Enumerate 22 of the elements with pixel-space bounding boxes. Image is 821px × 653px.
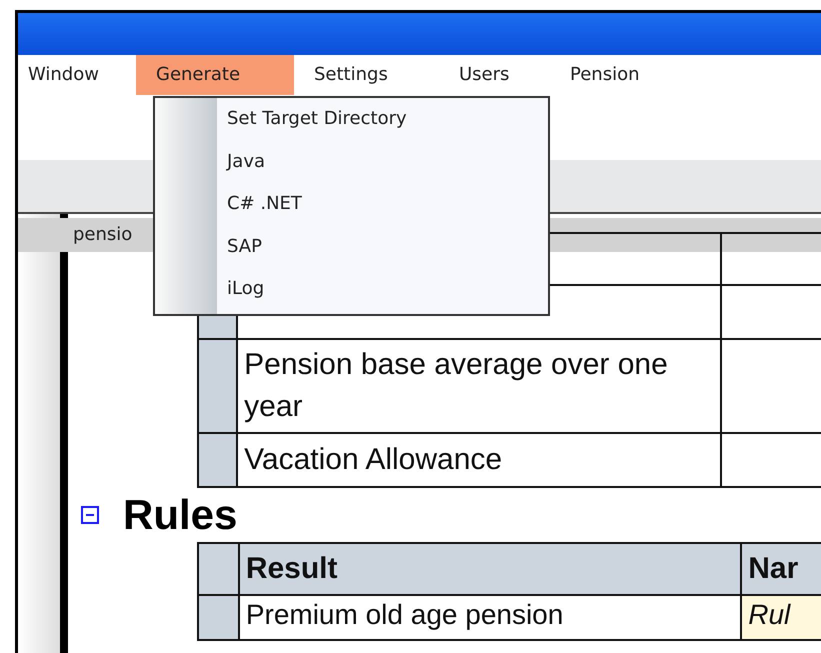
table-cell: Rul bbox=[741, 595, 821, 640]
row-header bbox=[198, 595, 239, 640]
menu-option[interactable]: C# .NET bbox=[217, 186, 407, 229]
menu-item[interactable]: Users bbox=[442, 55, 560, 95]
menu-item[interactable]: Generate bbox=[136, 55, 294, 95]
menu-option[interactable]: Set Target Directory bbox=[217, 101, 407, 144]
table-cell: Vacation Allowance bbox=[237, 433, 722, 487]
menu-option[interactable]: iLog bbox=[217, 271, 407, 314]
section-title: Rules bbox=[123, 491, 238, 539]
column-header: Nar bbox=[741, 543, 821, 595]
menu-option[interactable]: SAP bbox=[217, 228, 407, 272]
menu-item[interactable]: Settings bbox=[294, 55, 442, 95]
splitter-bar[interactable] bbox=[60, 214, 68, 653]
table-cell: Premium old age pension bbox=[238, 595, 742, 640]
menu-item[interactable]: Pension bbox=[560, 55, 660, 95]
table-cell: Pension base average over one year bbox=[237, 339, 722, 433]
row-header bbox=[198, 543, 239, 595]
column-header: Result bbox=[238, 543, 742, 595]
collapse-toggle[interactable] bbox=[81, 506, 99, 524]
document-tab[interactable]: pensio bbox=[73, 224, 132, 245]
menu-item[interactable]: Window bbox=[18, 55, 136, 95]
menu-option[interactable]: Java bbox=[217, 144, 407, 186]
